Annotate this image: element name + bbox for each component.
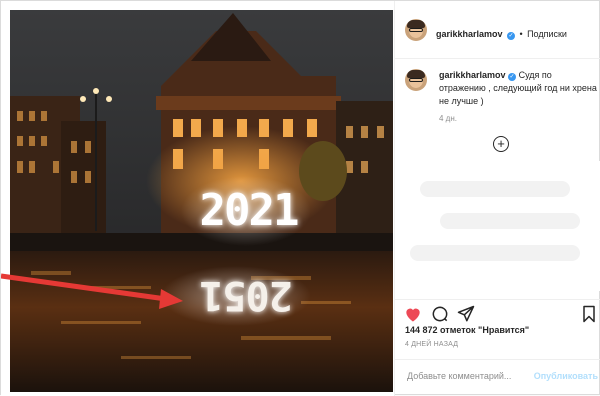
likes-count[interactable]: 144 872 отметок "Нравится" (405, 325, 529, 335)
author-username[interactable]: garikkharlamov (436, 29, 503, 39)
post-side-panel: garikkharlamov ✓ • Подписки garikkharlam… (394, 1, 600, 396)
following-button[interactable]: Подписки (527, 29, 567, 39)
heart-icon[interactable] (403, 304, 423, 324)
hidden-comments-area (400, 161, 600, 291)
publish-button[interactable]: Опубликовать (534, 371, 598, 381)
post-header: garikkharlamov ✓ • Подписки (395, 1, 600, 59)
share-icon[interactable] (456, 304, 476, 324)
post-time-ago[interactable]: 4 ДНЕЙ НАЗАД (405, 341, 458, 348)
caption-username[interactable]: garikkharlamov (439, 70, 506, 80)
caption-time[interactable]: 4 дн. (439, 114, 457, 123)
comment-icon[interactable] (430, 304, 450, 324)
verified-badge-icon: ✓ (507, 32, 515, 40)
sign-reflection-text: 2051 (200, 272, 293, 318)
instagram-post: 2021 2051 garikkharlamov ✓ • Подписки ga… (0, 0, 600, 396)
plus-circle-icon[interactable]: + (493, 136, 509, 152)
separator-dot: • (519, 29, 523, 39)
verified-badge-icon: ✓ (508, 73, 517, 81)
add-comment-bar: Добавьте комментарий... Опубликовать (395, 359, 600, 396)
post-photo[interactable]: 2021 2051 (1, 1, 394, 396)
avatar[interactable] (405, 69, 427, 91)
caption-text: garikkharlamov ✓ Судя по отражению , сле… (439, 69, 599, 108)
avatar[interactable] (405, 19, 427, 41)
comment-input[interactable]: Добавьте комментарий... (407, 371, 511, 381)
bookmark-icon[interactable] (579, 304, 599, 324)
sign-2021-text: 2021 (199, 185, 300, 236)
action-bar (395, 299, 600, 325)
